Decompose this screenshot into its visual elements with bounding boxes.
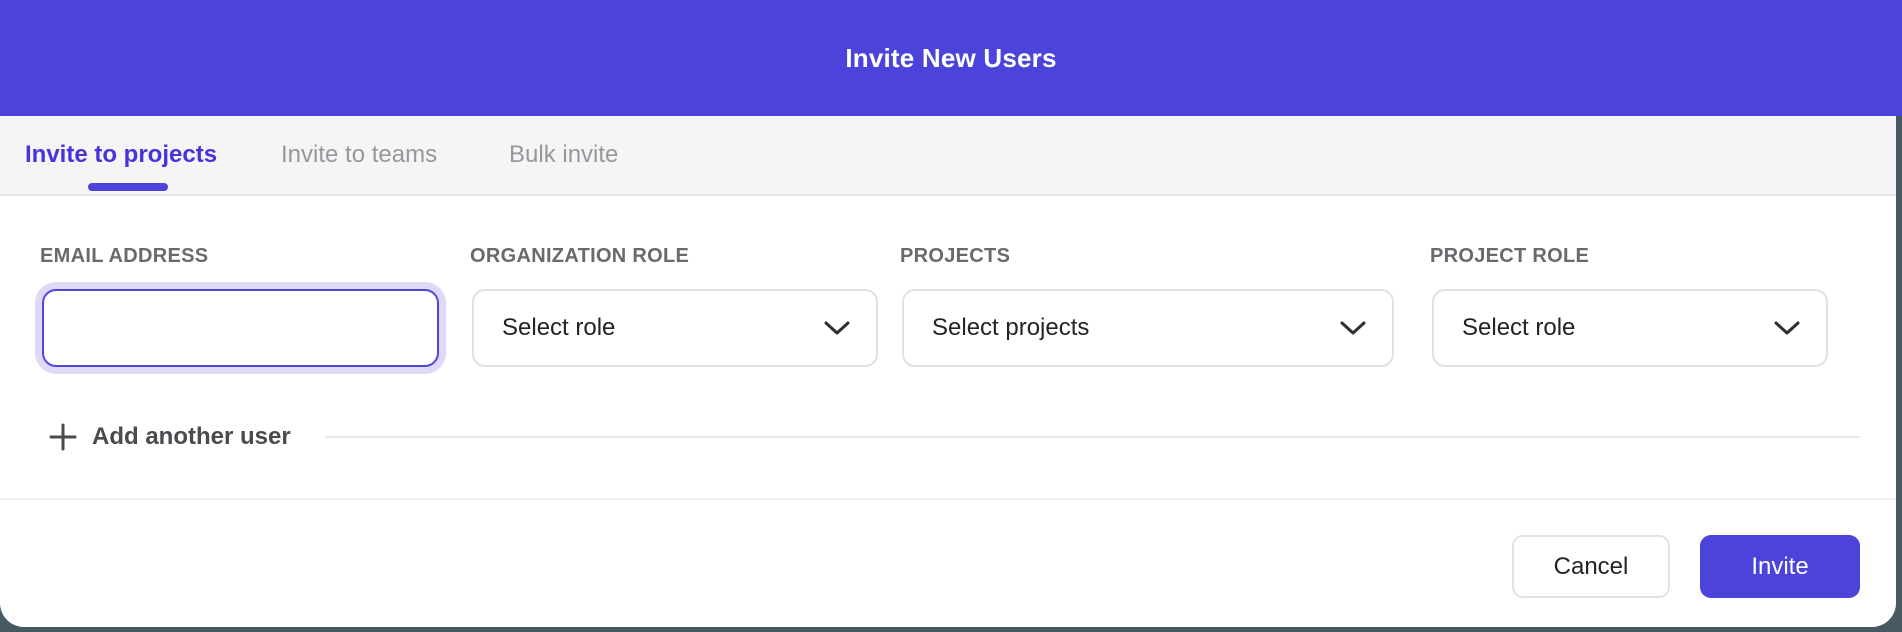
active-tab-indicator	[88, 183, 168, 191]
tab-bulk-invite[interactable]: Bulk invite	[509, 116, 618, 194]
cancel-button[interactable]: Cancel	[1512, 535, 1670, 598]
projects-select[interactable]: Select projects	[902, 289, 1394, 367]
tab-bar: Invite to projects Invite to teams Bulk …	[0, 116, 1896, 196]
add-another-user-label: Add another user	[92, 423, 291, 451]
invite-button[interactable]: Invite	[1700, 535, 1860, 598]
dialog-header: Invite New Users	[0, 0, 1902, 116]
add-user-row: Add another user	[48, 421, 1860, 453]
footer-divider	[0, 498, 1896, 500]
projects-label: PROJECTS	[900, 245, 1010, 268]
project-role-select[interactable]: Select role	[1432, 289, 1828, 367]
email-address-label: EMAIL ADDRESS	[40, 245, 208, 268]
selected-value: Select role	[1462, 314, 1575, 342]
project-role-label: PROJECT ROLE	[1430, 245, 1589, 268]
plus-icon	[48, 422, 78, 452]
email-address-input[interactable]	[42, 289, 439, 367]
tab-label: Invite to teams	[281, 141, 437, 169]
invite-dialog: Invite to projects Invite to teams Bulk …	[0, 116, 1896, 627]
selected-value: Select projects	[932, 314, 1089, 342]
selected-value: Select role	[502, 314, 615, 342]
tab-label: Invite to projects	[25, 141, 217, 169]
tab-label: Bulk invite	[509, 141, 618, 169]
organization-role-label: ORGANIZATION ROLE	[470, 245, 689, 268]
dialog-title: Invite New Users	[845, 43, 1056, 74]
chevron-down-icon	[1774, 321, 1800, 336]
organization-role-select[interactable]: Select role	[472, 289, 878, 367]
tab-invite-to-teams[interactable]: Invite to teams	[281, 116, 437, 194]
row-divider	[325, 436, 1860, 438]
chevron-down-icon	[824, 321, 850, 336]
chevron-down-icon	[1340, 321, 1366, 336]
add-another-user-button[interactable]: Add another user	[48, 422, 291, 452]
